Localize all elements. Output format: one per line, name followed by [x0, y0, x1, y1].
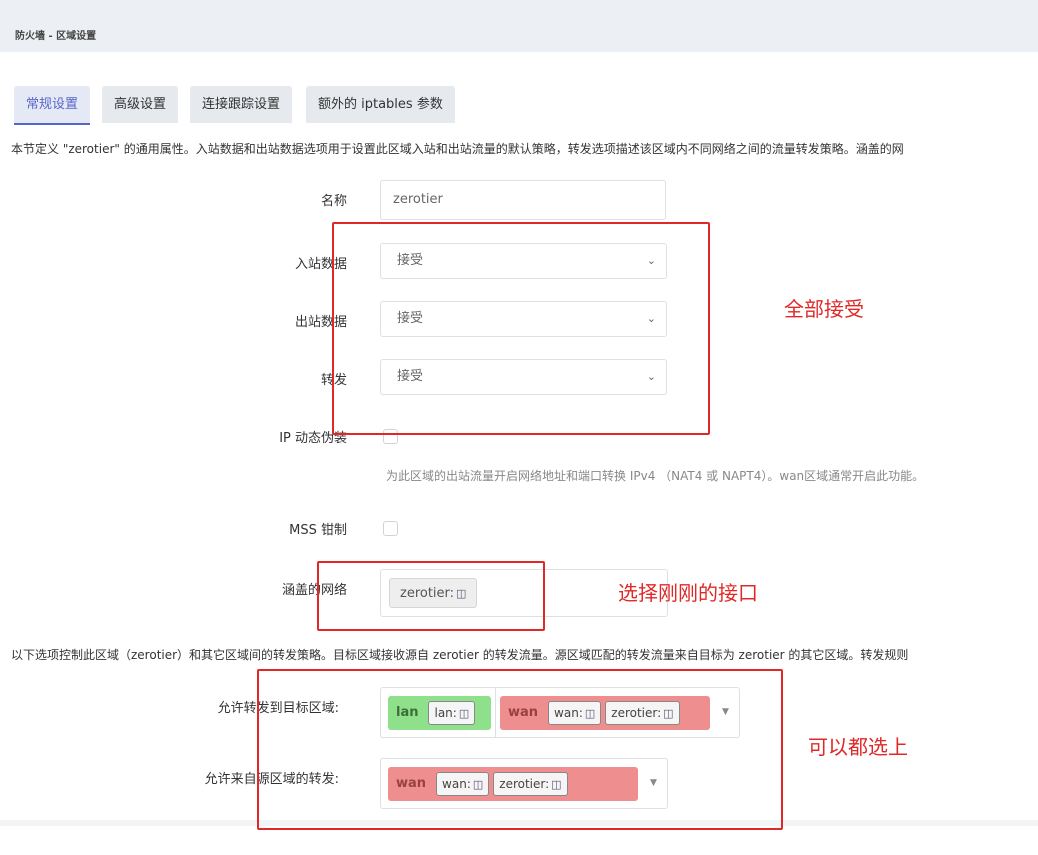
annotation-accept-all: 全部接受 — [784, 297, 864, 321]
annotation-box-network — [317, 561, 545, 631]
annotation-box-policies — [332, 222, 710, 435]
tab-conntrack[interactable]: 连接跟踪设置 — [190, 86, 293, 123]
masq-hint: 为此区域的出站流量开启网络地址和端口转换 IPv4 （NAT4 或 NAPT4）… — [386, 469, 925, 483]
name-label: 名称 — [320, 194, 347, 209]
mss-label: MSS 钳制 — [289, 523, 347, 538]
tab-iptables[interactable]: 额外的 iptables 参数 — [306, 86, 455, 123]
annotation-box-forwarding — [257, 669, 783, 830]
section-description: 本节定义 "zerotier" 的通用属性。入站数据和出站数据选项用于设置此区域… — [11, 142, 904, 156]
tab-general[interactable]: 常规设置 — [14, 86, 91, 125]
annotation-select-interface: 选择刚刚的接口 — [618, 581, 758, 605]
page-header: 防火墙 - 区域设置 — [0, 0, 1038, 52]
forwarding-description: 以下选项控制此区域（zerotier）和其它区域间的转发策略。目标区域接收源自 … — [11, 648, 909, 662]
annotation-select-all: 可以都选上 — [808, 735, 908, 759]
mss-checkbox[interactable] — [383, 521, 398, 536]
page-title: 防火墙 - 区域设置 — [15, 31, 97, 42]
name-field[interactable]: zerotier — [380, 180, 666, 220]
tab-advanced[interactable]: 高级设置 — [102, 86, 179, 123]
